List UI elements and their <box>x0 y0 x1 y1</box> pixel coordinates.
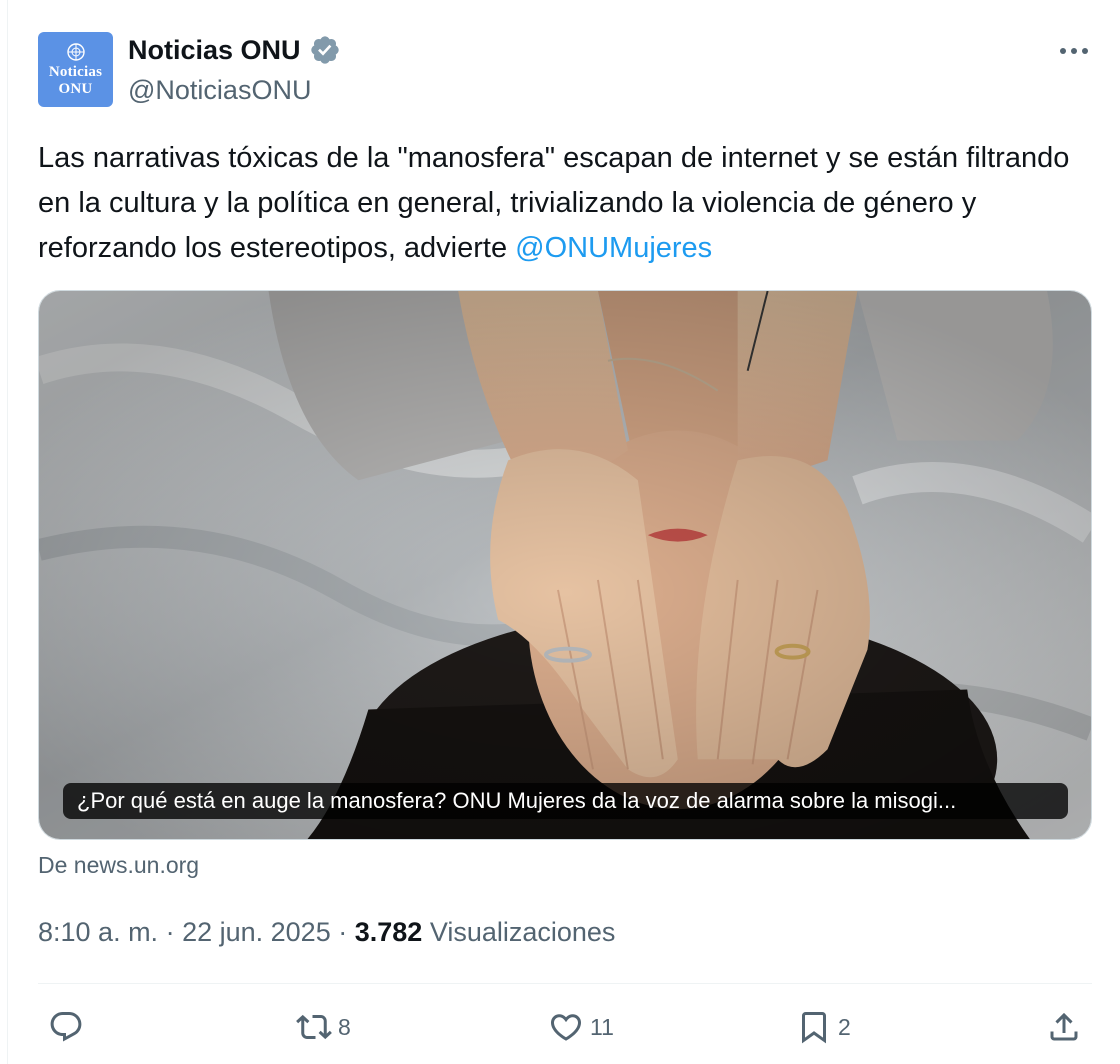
divider <box>38 983 1092 984</box>
reply-button[interactable] <box>48 1004 90 1050</box>
reply-icon <box>50 1012 82 1042</box>
handle[interactable]: @NoticiasONU <box>128 72 311 108</box>
retweet-icon <box>296 1014 332 1040</box>
link-card[interactable]: ¿Por qué está en auge la manosfera? ONU … <box>38 290 1092 840</box>
card-image <box>39 291 1091 839</box>
like-count: 11 <box>590 1013 614 1040</box>
share-icon <box>1050 1012 1078 1041</box>
bookmark-button[interactable]: 2 <box>796 1004 851 1050</box>
timeline-rule <box>7 0 8 1064</box>
like-button[interactable]: 11 <box>548 1004 614 1050</box>
retweet-button[interactable]: 8 <box>296 1004 351 1050</box>
more-icon <box>1060 48 1088 54</box>
post-time[interactable]: 8:10 a. m. <box>38 917 158 947</box>
un-emblem-icon <box>66 42 85 61</box>
avatar[interactable]: Noticias ONU <box>38 32 113 107</box>
avatar-logo-line-2: ONU <box>58 80 93 97</box>
mention-link[interactable]: @ONUMujeres <box>515 232 712 264</box>
post-text: Las narrativas tóxicas de la "manosfera"… <box>38 136 1098 271</box>
avatar-logo-line-1: Noticias <box>48 63 103 80</box>
retweet-count: 8 <box>338 1013 351 1040</box>
card-caption: ¿Por qué está en auge la manosfera? ONU … <box>63 783 1068 819</box>
like-icon <box>550 1014 582 1041</box>
bookmark-icon <box>802 1012 826 1044</box>
share-button[interactable] <box>1046 1004 1082 1050</box>
post-meta: 8:10 a. m. · 22 jun. 2025 · 3.782 Visual… <box>38 917 616 947</box>
post-header: Noticias ONU Noticias ONU @NoticiasONU <box>38 30 1098 110</box>
name-row: Noticias ONU <box>128 32 341 68</box>
verified-icon[interactable] <box>309 34 341 66</box>
views-count: 3.782 <box>354 917 423 947</box>
more-button[interactable] <box>1056 36 1092 66</box>
card-source[interactable]: De news.un.org <box>38 850 199 880</box>
action-bar: 8 11 2 <box>38 1004 1098 1050</box>
views-label: Visualizaciones <box>429 917 616 947</box>
post-date[interactable]: 22 jun. 2025 <box>182 917 331 947</box>
bookmark-count: 2 <box>838 1013 851 1040</box>
display-name[interactable]: Noticias ONU <box>128 32 301 68</box>
